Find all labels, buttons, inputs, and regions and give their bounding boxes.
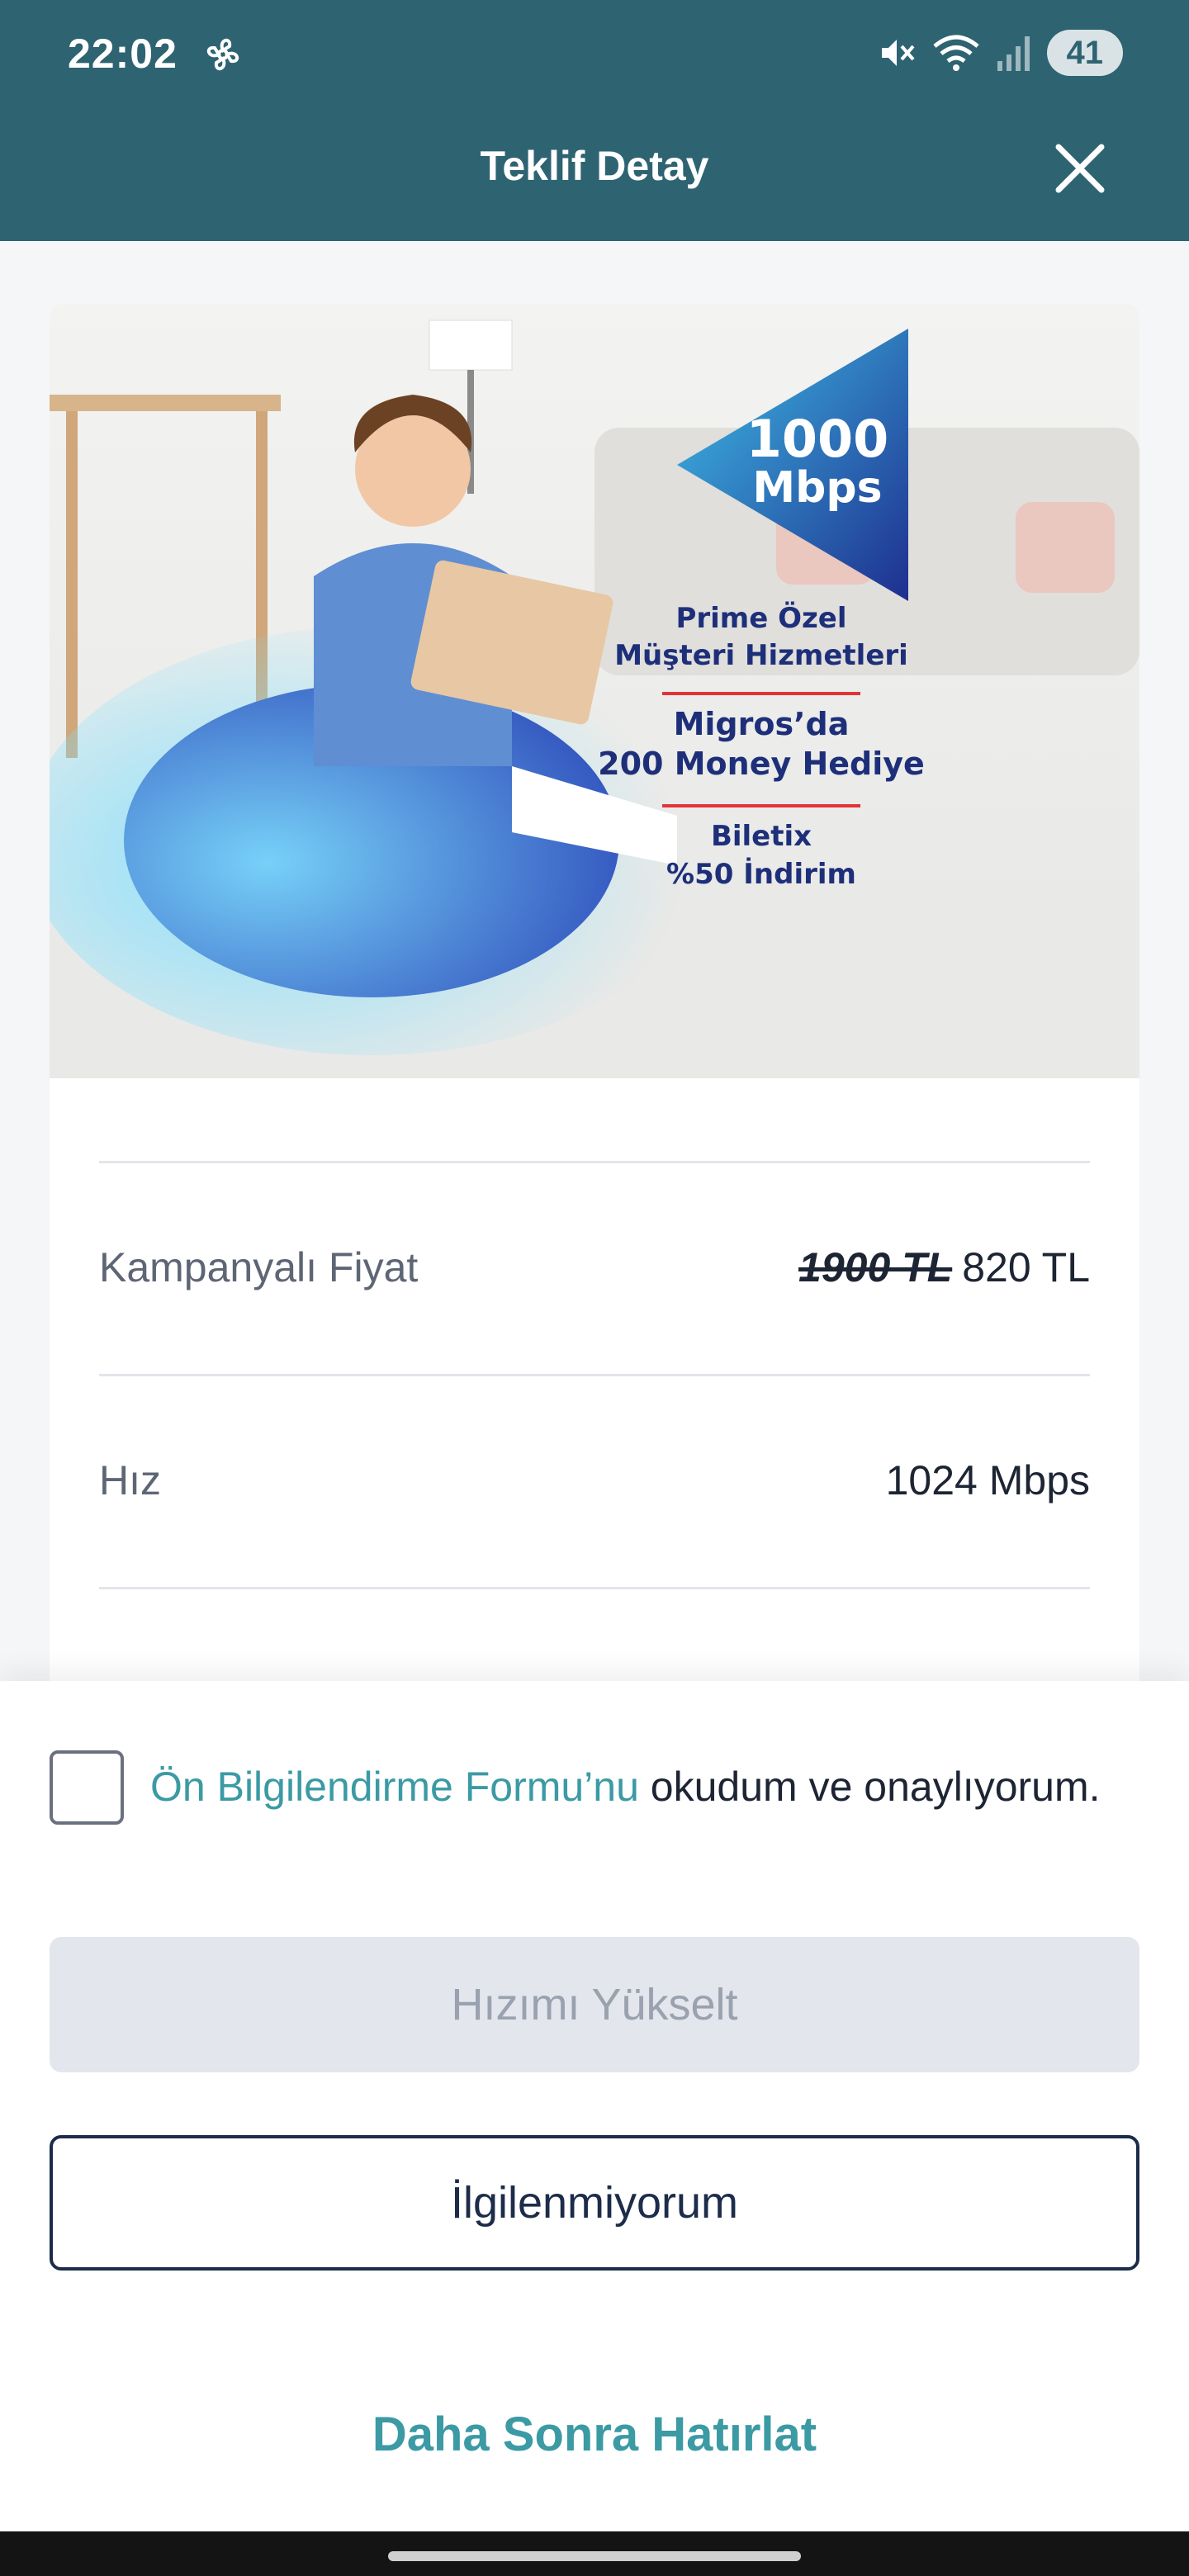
new-price: 820 TL [962,1244,1090,1290]
divider [99,1161,1090,1163]
promo-3-line1: Biletix [711,820,812,853]
signal-icon [997,36,1030,71]
not-interested-button[interactable]: İlgilenmiyorum [50,2135,1139,2271]
system-nav-bar [0,2531,1189,2576]
promo-divider [662,692,860,695]
speed-badge-number: 1000 [746,409,889,469]
divider [99,1374,1090,1376]
consent-text: Ön Bilgilendirme Formu’nu okudum ve onay… [150,1760,1108,1884]
status-icons: 41 [877,30,1123,76]
offer-hero-image: 1000 Mbps Prime Özel Müşteri Hizmetleri … [50,304,1139,1078]
promo-divider [662,804,860,807]
action-sheet: Ön Bilgilendirme Formu’nu okudum ve onay… [0,1681,1189,2531]
promo-1-line2: Müşteri Hizmetleri [614,639,908,672]
speed-badge-unit: Mbps [752,463,882,513]
offer-card: 1000 Mbps Prime Özel Müşteri Hizmetleri … [50,304,1139,1707]
promo-3-line2: %50 İndirim [666,857,856,891]
promo-2-line2: 200 Money Hediye [598,746,925,782]
upgrade-speed-button[interactable]: Hızımı Yükselt [50,1937,1139,2072]
promo-2-line1: Migros’da [674,706,850,742]
status-time: 22:02 [68,31,178,77]
battery-indicator: 41 [1046,30,1123,76]
wifi-icon [932,35,979,71]
price-value: 1900 TL 820 TL [798,1243,1090,1291]
promo-1-line1: Prime Özel [675,601,846,635]
fan-icon [206,38,239,71]
consent-checkbox[interactable] [50,1750,124,1825]
price-label: Kampanyalı Fiyat [99,1244,419,1290]
page-title: Teklif Detay [480,143,709,189]
divider [99,1587,1090,1589]
old-price: 1900 TL [798,1244,953,1290]
mute-icon [881,40,915,66]
close-icon[interactable] [1050,139,1110,198]
preinfo-form-link[interactable]: Ön Bilgilendirme Formu’nu [150,1764,639,1810]
speed-label: Hız [99,1457,161,1503]
speed-value: 1024 Mbps [885,1457,1090,1503]
remind-later-button[interactable]: Daha Sonra Hatırlat [50,2366,1139,2502]
app-header: 22:02 41 Teklif Detay [0,0,1189,241]
home-gesture-handle[interactable] [388,2551,801,2561]
consent-statement: okudum ve onaylıyorum. [638,1764,1101,1810]
